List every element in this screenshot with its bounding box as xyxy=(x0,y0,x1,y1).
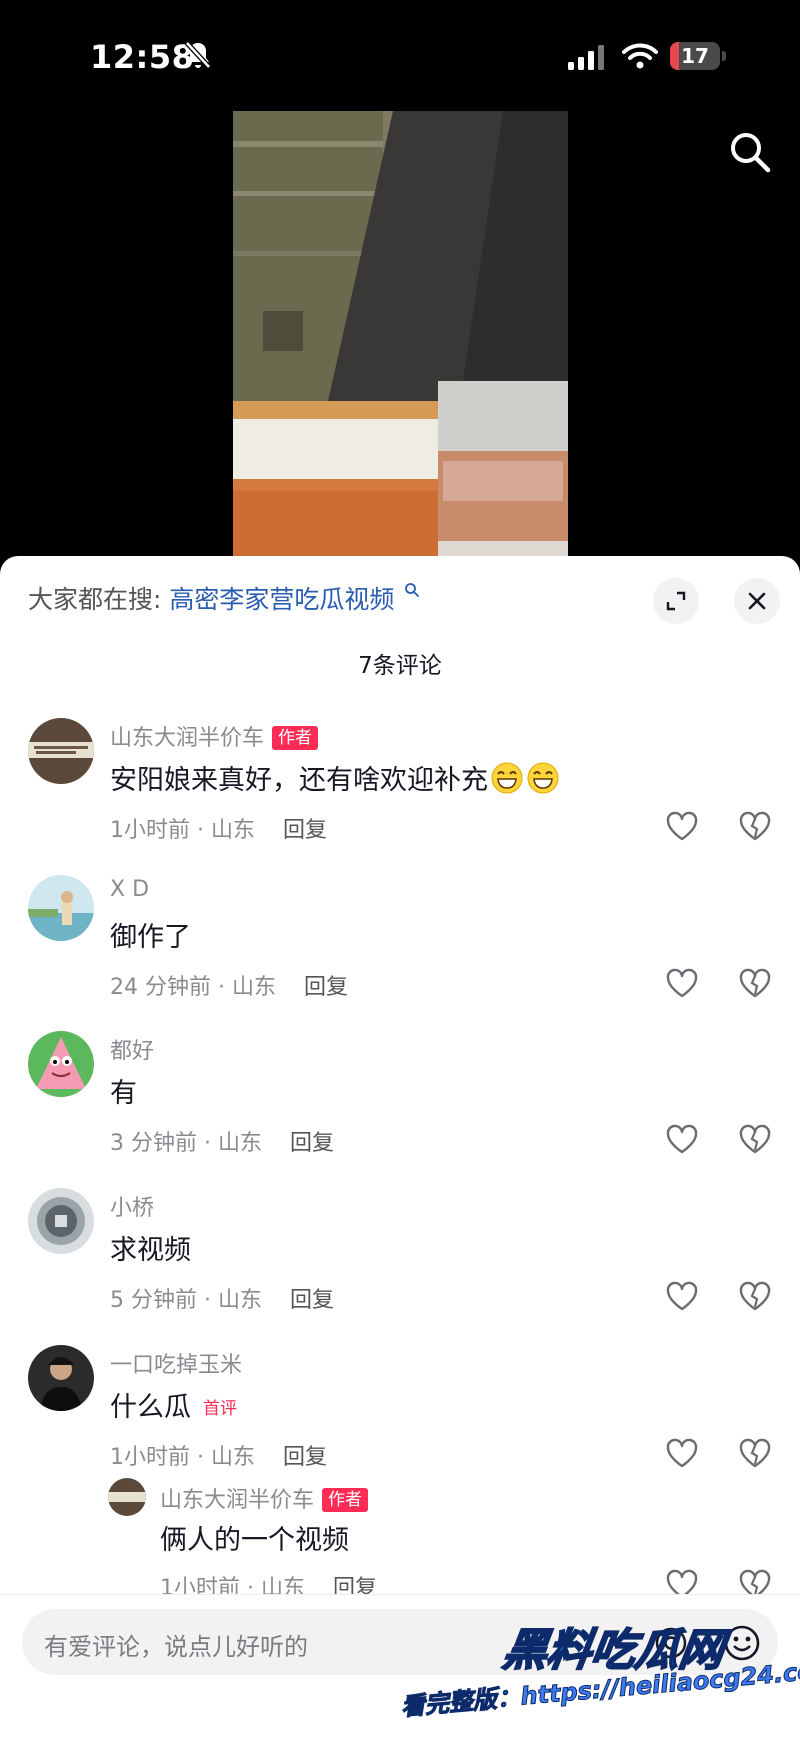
comment-time: 1小时前 · 山东 xyxy=(110,1445,255,1470)
comment-sheet: 大家都在搜: 高密李家营吃瓜视频 7条评论 山东大润半价车 作者 安阳娘来真好，… xyxy=(0,556,800,1741)
comment-item: 都好 有 3 分钟前 · 山东 回复 xyxy=(0,1031,800,1181)
first-comment-badge: 首评 xyxy=(203,1399,237,1419)
search-small-icon xyxy=(405,583,420,597)
avatar[interactable] xyxy=(108,1478,146,1516)
avatar[interactable] xyxy=(28,718,94,784)
comment-username[interactable]: 山东大润半价车 作者 xyxy=(160,1482,369,1514)
reply-button[interactable]: 回复 xyxy=(304,975,348,1000)
comment-meta: 3 分钟前 · 山东 回复 xyxy=(110,1125,334,1157)
reply-button[interactable]: 回复 xyxy=(290,1288,334,1313)
comment-time: 5 分钟前 · 山东 xyxy=(110,1288,262,1313)
author-badge: 作者 xyxy=(322,1488,369,1512)
status-time: 12:58 xyxy=(90,38,195,76)
comment-text: 有 xyxy=(110,1078,137,1109)
comment-username[interactable]: 小桥 xyxy=(110,1190,154,1222)
broken-heart-icon[interactable] xyxy=(738,1280,772,1312)
expand-icon xyxy=(666,591,686,611)
comment-time: 1小时前 · 山东 xyxy=(110,818,255,843)
comment-meta: 5 分钟前 · 山东 回复 xyxy=(110,1282,334,1314)
heart-icon[interactable] xyxy=(665,1280,699,1312)
comment-username[interactable]: 一口吃掉玉米 xyxy=(110,1347,242,1379)
comment-text: 安阳娘来真好，还有啥欢迎补充 xyxy=(110,758,560,797)
comment-text: 什么瓜 首评 xyxy=(110,1392,237,1423)
comment-count: 7条评论 xyxy=(358,653,442,679)
wifi-icon xyxy=(622,43,658,69)
comment-meta: 1小时前 · 山东 回复 xyxy=(110,1439,327,1471)
battery-icon: 17 xyxy=(670,42,726,70)
bell-slash-icon xyxy=(185,41,211,69)
expand-button[interactable] xyxy=(653,578,699,624)
comment-time: 3 分钟前 · 山东 xyxy=(110,1131,262,1156)
comment-item: 一口吃掉玉米 什么瓜 首评 1小时前 · 山东 回复 xyxy=(0,1345,800,1495)
broken-heart-icon[interactable] xyxy=(738,810,772,842)
video-player[interactable] xyxy=(233,111,568,556)
author-badge: 作者 xyxy=(272,726,319,750)
comment-username[interactable]: X D xyxy=(110,877,149,902)
avatar[interactable] xyxy=(28,1031,94,1097)
comment-text: 御作了 xyxy=(110,922,191,953)
comment-item: 小桥 求视频 5 分钟前 · 山东 回复 xyxy=(0,1188,800,1338)
comment-input-placeholder: 有爱评论，说点儿好听的 xyxy=(44,1633,308,1661)
avatar[interactable] xyxy=(28,875,94,941)
trending-keyword-link[interactable]: 高密李家营吃瓜视频 xyxy=(169,585,394,614)
close-button[interactable] xyxy=(734,578,780,624)
heart-icon[interactable] xyxy=(665,810,699,842)
comment-username[interactable]: 山东大润半价车 作者 xyxy=(110,720,319,752)
comment-text: 求视频 xyxy=(110,1235,191,1266)
comment-item: X D 御作了 24 分钟前 · 山东 回复 xyxy=(0,875,800,1025)
cellular-signal-icon xyxy=(568,45,604,70)
close-icon xyxy=(748,592,766,610)
heart-icon[interactable] xyxy=(665,967,699,999)
video-frame xyxy=(233,111,568,556)
heart-icon[interactable] xyxy=(665,1437,699,1469)
reply-button[interactable]: 回复 xyxy=(283,818,327,843)
grin-emoji-icon xyxy=(527,762,559,794)
trending-prefix: 大家都在搜: xyxy=(28,585,162,614)
grin-emoji-icon xyxy=(491,762,523,794)
search-icon[interactable] xyxy=(728,130,772,174)
reply-button[interactable]: 回复 xyxy=(290,1131,334,1156)
broken-heart-icon[interactable] xyxy=(738,1123,772,1155)
broken-heart-icon[interactable] xyxy=(738,967,772,999)
comment-text: 俩人的一个视频 xyxy=(160,1525,349,1556)
broken-heart-icon[interactable] xyxy=(738,1437,772,1469)
comment-time: 24 分钟前 · 山东 xyxy=(110,975,276,1000)
comment-item: 山东大润半价车 作者 安阳娘来真好，还有啥欢迎补充 1小时前 · 山东 回复 xyxy=(0,718,800,868)
comment-meta: 24 分钟前 · 山东 回复 xyxy=(110,969,348,1001)
avatar[interactable] xyxy=(28,1188,94,1254)
avatar[interactable] xyxy=(28,1345,94,1411)
trending-search[interactable]: 大家都在搜: 高密李家营吃瓜视频 xyxy=(28,580,420,616)
reply-button[interactable]: 回复 xyxy=(283,1445,327,1470)
battery-percent: 17 xyxy=(681,44,709,68)
heart-icon[interactable] xyxy=(665,1123,699,1155)
comment-username[interactable]: 都好 xyxy=(110,1033,154,1065)
comment-meta: 1小时前 · 山东 回复 xyxy=(110,812,327,844)
status-bar: 12:58 17 xyxy=(0,0,800,110)
reply-item: 山东大润半价车 作者 俩人的一个视频 1小时前 · 山东 回复 xyxy=(0,1474,800,1601)
